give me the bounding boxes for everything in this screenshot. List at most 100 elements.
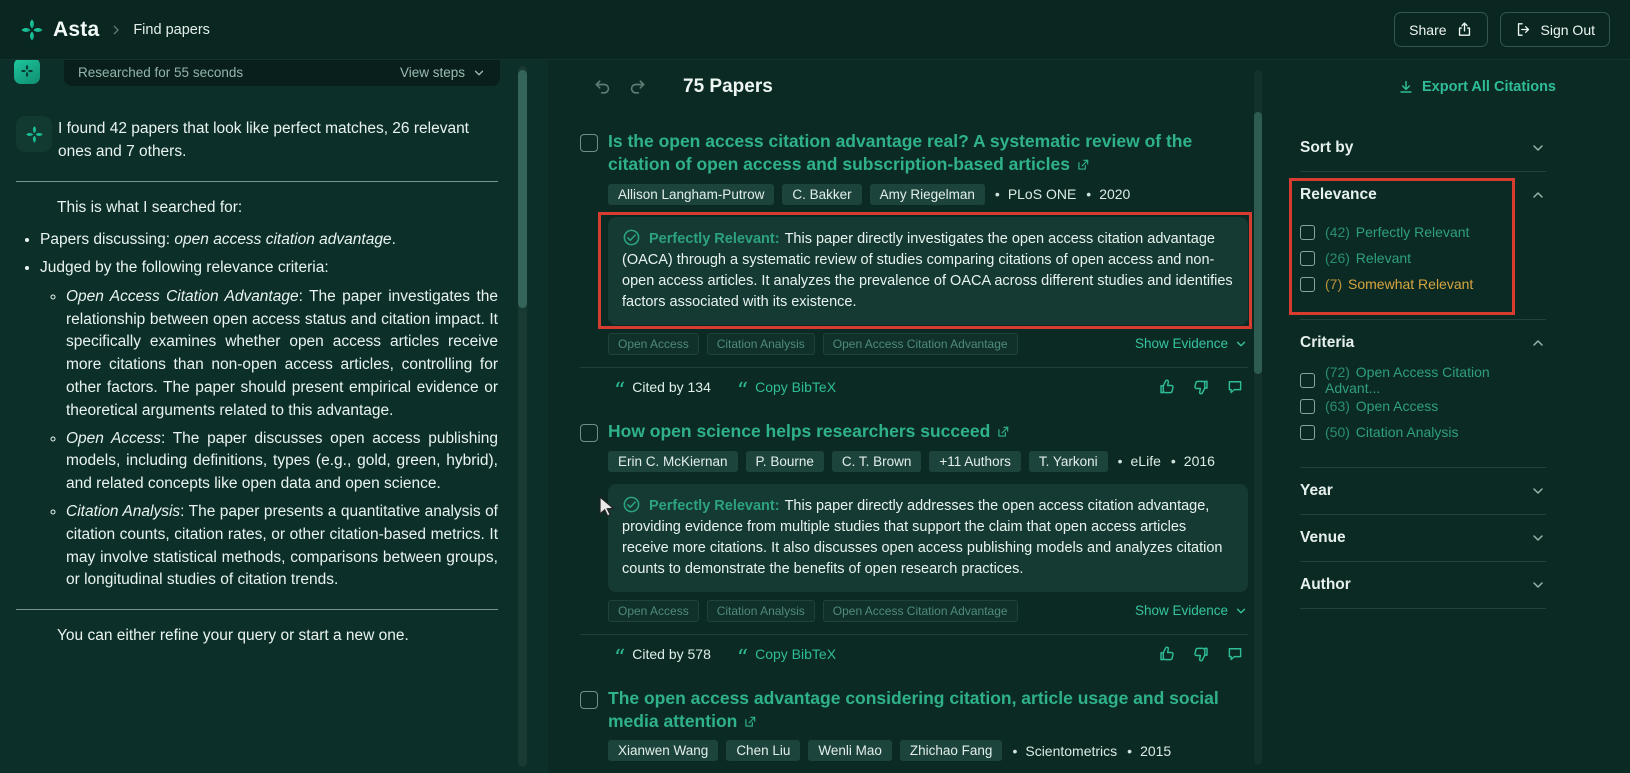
thumbs-up-icon[interactable] — [1158, 645, 1176, 663]
sign-out-button[interactable]: Sign Out — [1499, 12, 1610, 47]
author-chip[interactable]: Xianwen Wang — [608, 740, 719, 762]
copy-bibtex-button[interactable]: “Copy BibTeX — [737, 379, 836, 403]
bullet-text: . — [391, 231, 396, 249]
paper-card: The open access advantage considering ci… — [556, 687, 1268, 762]
filter-option-open-access[interactable]: (63) Open Access — [1300, 397, 1546, 415]
share-button[interactable]: Share — [1394, 12, 1488, 47]
more-authors-chip[interactable]: +11 Authors — [929, 450, 1021, 472]
paper-title[interactable]: The open access advantage considering ci… — [608, 687, 1248, 733]
paper-authors-row: Allison Langham-Putrow C. Bakker Amy Rie… — [608, 183, 1248, 205]
author-chip[interactable]: Amy Riegelman — [869, 183, 985, 205]
feedback-icons — [1158, 645, 1244, 663]
author-chip[interactable]: P. Bourne — [745, 450, 824, 472]
paper-year: 2020 — [1084, 186, 1130, 202]
paper-checkbox[interactable] — [580, 134, 598, 152]
relevance-filter-title: Relevance — [1300, 186, 1377, 203]
assistant-step-avatar — [14, 60, 40, 84]
author-chip[interactable]: T. Yarkoni — [1028, 450, 1108, 472]
tag-chip[interactable]: Open Access Citation Advantage — [822, 599, 1018, 622]
venue-filter-title: Venue — [1300, 529, 1346, 546]
sort-by-header[interactable]: Sort by — [1300, 125, 1546, 171]
copy-bibtex-label: Copy BibTeX — [755, 645, 837, 662]
chat-scrollbar-track[interactable] — [518, 66, 527, 767]
filter-option-perfectly-relevant[interactable]: (42) Perfectly Relevant — [1300, 223, 1546, 241]
paper-title-text: The open access advantage considering ci… — [608, 687, 1219, 731]
tag-chip[interactable]: Open Access Citation Advantage — [822, 332, 1018, 355]
chat-scrollbar-thumb[interactable] — [518, 70, 527, 308]
check-circle-icon — [622, 495, 641, 514]
filter-option-citation-analysis[interactable]: (50) Citation Analysis — [1300, 423, 1546, 441]
tag-chip[interactable]: Open Access — [608, 332, 699, 355]
comment-icon[interactable] — [1226, 645, 1244, 663]
thumbs-down-icon[interactable] — [1192, 378, 1210, 396]
option-label: Somewhat Relevant — [1348, 276, 1474, 292]
paper-checkbox[interactable] — [580, 423, 598, 442]
filters-panel: Sort by Relevance (42) Perfectly Relevan… — [1280, 125, 1580, 773]
year-filter-title: Year — [1300, 482, 1333, 499]
copy-bibtex-button[interactable]: “Copy BibTeX — [737, 645, 837, 670]
filter-checkbox[interactable] — [1300, 224, 1315, 240]
chevron-up-icon — [1530, 187, 1546, 203]
breadcrumb[interactable]: Find papers — [133, 22, 210, 38]
view-steps-button[interactable]: View steps — [400, 65, 486, 80]
author-chip[interactable]: Chen Liu — [726, 740, 801, 762]
author-chip[interactable]: C. T. Brown — [831, 450, 922, 472]
filter-checkbox[interactable] — [1300, 398, 1315, 414]
chevron-down-icon — [1234, 604, 1248, 618]
sign-out-icon — [1515, 21, 1532, 38]
cited-by-button[interactable]: “Cited by 134 — [614, 379, 711, 403]
results-scrollbar-thumb[interactable] — [1254, 112, 1262, 374]
sign-out-button-label: Sign Out — [1540, 21, 1595, 38]
tag-chip[interactable]: Open Access — [608, 599, 699, 622]
show-evidence-button[interactable]: Show Evidence — [1135, 603, 1248, 618]
chat-body: I found 42 papers that look like perfect… — [0, 60, 548, 648]
chevron-down-icon — [1530, 577, 1546, 593]
show-evidence-button[interactable]: Show Evidence — [1135, 336, 1248, 351]
header-actions: Share Sign Out — [1394, 12, 1610, 47]
paper-title[interactable]: Is the open access citation advantage re… — [608, 130, 1248, 176]
option-label: Open Access — [1355, 398, 1439, 414]
criteria-filter-header[interactable]: Criteria — [1300, 320, 1546, 366]
relevance-summary-box: Perfectly Relevant: This paper directly a… — [608, 483, 1248, 592]
tag-chip[interactable]: Citation Analysis — [706, 599, 815, 622]
app-logo[interactable]: Asta — [20, 18, 99, 42]
author-filter-header[interactable]: Author — [1300, 562, 1546, 608]
author-chip[interactable]: Erin C. McKiernan — [608, 450, 738, 472]
relevance-filter-header[interactable]: Relevance — [1300, 172, 1546, 218]
asta-clover-icon — [20, 64, 34, 78]
author-chip[interactable]: Allison Langham-Putrow — [608, 183, 775, 205]
filter-checkbox[interactable] — [1300, 424, 1315, 440]
filter-option-relevant[interactable]: (26) Relevant — [1300, 249, 1546, 267]
export-all-citations-button[interactable]: Export All Citations — [1398, 79, 1556, 95]
thumbs-down-icon[interactable] — [1192, 645, 1210, 663]
paper-checkbox[interactable] — [580, 690, 598, 709]
filter-checkbox[interactable] — [1300, 372, 1315, 388]
results-scrollbar-track[interactable] — [1254, 70, 1262, 765]
author-chip[interactable]: Wenli Mao — [808, 740, 892, 762]
cited-by-button[interactable]: “Cited by 578 — [614, 646, 711, 670]
results-list: Is the open access citation advantage re… — [556, 114, 1268, 773]
bullet-text: Papers discussing: — [40, 231, 175, 249]
undo-icon[interactable] — [593, 77, 613, 97]
filter-option-somewhat-relevant[interactable]: (7) Somewhat Relevant — [1300, 275, 1546, 293]
author-chip[interactable]: C. Bakker — [782, 183, 862, 205]
filter-option-oaca[interactable]: (72) Open Access Citation Advant... — [1300, 364, 1546, 396]
export-label: Export All Citations — [1422, 79, 1556, 95]
venue-filter-header[interactable]: Venue — [1300, 515, 1546, 561]
thumbs-up-icon[interactable] — [1158, 378, 1176, 396]
author-chip[interactable]: Zhichao Fang — [899, 740, 1003, 762]
redo-icon[interactable] — [627, 77, 647, 97]
paper-title[interactable]: How open science helps researchers succe… — [608, 420, 1248, 443]
year-filter-header[interactable]: Year — [1300, 468, 1546, 514]
researched-label: Researched for 55 seconds — [78, 65, 244, 80]
divider — [16, 609, 498, 611]
filter-checkbox[interactable] — [1300, 250, 1315, 266]
comment-icon[interactable] — [1226, 378, 1244, 396]
filter-checkbox[interactable] — [1300, 276, 1315, 292]
search-criteria-list: Papers discussing: open access citation … — [16, 229, 498, 592]
chevron-down-icon — [1234, 337, 1248, 351]
criterion-term: Open Access Citation Advantage — [66, 287, 299, 305]
criteria-filter-title: Criteria — [1300, 334, 1355, 351]
tag-chip[interactable]: Citation Analysis — [706, 332, 815, 355]
app-name: Asta — [53, 17, 100, 41]
